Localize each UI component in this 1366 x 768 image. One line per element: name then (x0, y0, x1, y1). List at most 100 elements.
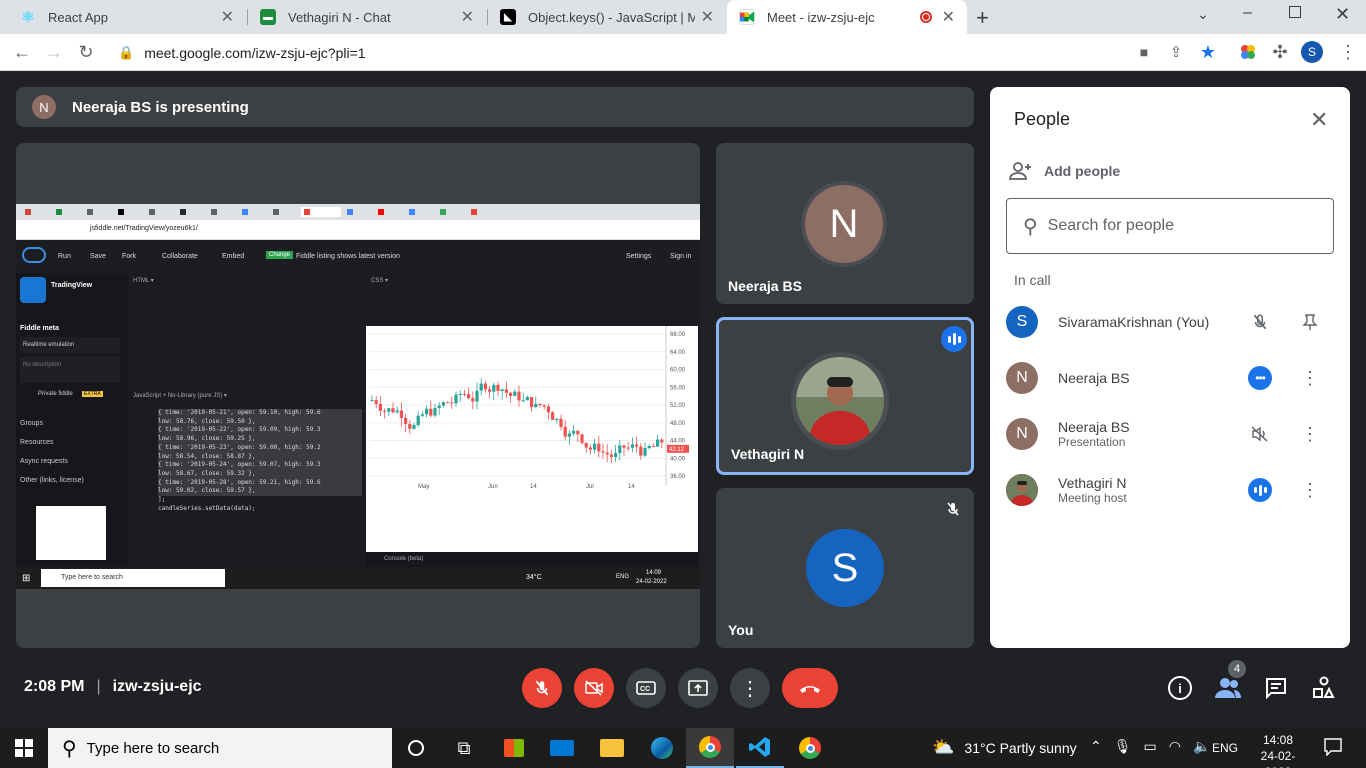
fiddle-save: Save (90, 253, 106, 260)
tradingview-logo-icon (20, 277, 46, 303)
browser-menu-icon[interactable]: ⋮ (1336, 40, 1360, 64)
volume-icon[interactable]: 🔈 (1193, 738, 1210, 755)
participant-row[interactable]: Vethagiri N Meeting host ⋮ (1006, 465, 1336, 515)
candle-body (395, 410, 399, 413)
candle-body (374, 400, 378, 404)
participant-row[interactable]: S SivaramaKrishnan (You) (1006, 297, 1336, 347)
more-options-button[interactable]: ⋮ (730, 668, 770, 708)
code-line: low: 58.54, close: 58.87 }, (158, 452, 362, 462)
extension-color-icon[interactable] (1236, 40, 1260, 64)
close-panel-icon[interactable]: ✕ (1310, 107, 1328, 133)
more-options-icon[interactable]: ⋮ (1296, 420, 1324, 448)
camera-toggle-button[interactable] (574, 668, 614, 708)
tab-search-chevron-icon[interactable]: ⌄ (1197, 6, 1209, 23)
close-tab-icon[interactable]: ✕ (942, 7, 955, 27)
candle-body (387, 408, 391, 412)
new-tab-icon[interactable]: + (976, 5, 989, 31)
tab-title: React App (48, 9, 108, 25)
more-options-icon[interactable]: ⋮ (1296, 364, 1324, 392)
clock[interactable]: 14:08 24-02-2022 (1250, 732, 1306, 768)
candle-body (647, 445, 651, 448)
shared-mini-tab (53, 207, 81, 217)
camera-icon[interactable]: ■ (1132, 40, 1156, 64)
candle-body (605, 452, 609, 455)
network-icon[interactable]: ◠ (1169, 738, 1181, 755)
candle-body (509, 392, 513, 396)
candle-body (576, 430, 580, 435)
speaking-indicator-icon (941, 326, 967, 352)
more-options-icon[interactable]: ⋮ (1296, 476, 1324, 504)
restore-icon[interactable] (1289, 6, 1301, 18)
task-view-icon[interactable]: ⧉ (440, 728, 488, 768)
jsfiddle-logo-icon (22, 247, 46, 263)
taskbar-search-placeholder: Type here to search (86, 739, 220, 757)
participant-row[interactable]: N Neeraja BS Presentation ⋮ (1006, 409, 1336, 459)
add-people-button[interactable]: Add people (1008, 161, 1120, 181)
candle-body (622, 445, 626, 448)
candle-body (651, 445, 655, 447)
html-pane: HTML ▾ JavaScript + No-Library (pure JS)… (128, 273, 366, 567)
reload-icon[interactable]: ↻ (74, 40, 98, 64)
tab-react-app[interactable]: ⚛ React App ✕ (8, 0, 246, 34)
share-icon[interactable]: ⇪ (1164, 40, 1188, 64)
code-line: low: 59.02, close: 59.57 }, (158, 487, 362, 497)
participant-tile-vethagiri[interactable]: Vethagiri N (716, 317, 974, 475)
people-button[interactable]: 4 (1214, 660, 1246, 705)
meeting-details-icon[interactable]: i (1168, 676, 1192, 700)
code-line: { time: '2019-05-23', open: 59.00, high:… (158, 443, 362, 453)
candle-body (525, 397, 529, 401)
store-icon[interactable] (490, 728, 538, 768)
chrome-icon[interactable] (686, 728, 734, 768)
back-icon[interactable]: ← (10, 40, 34, 64)
chrome-alt-icon[interactable] (786, 728, 834, 768)
windows-start-icon[interactable] (0, 728, 48, 768)
language-indicator[interactable]: ENG (1212, 741, 1238, 755)
private-label: Private fiddle (38, 391, 73, 397)
search-people-input[interactable]: ⚲ Search for people (1006, 198, 1334, 254)
activities-button[interactable] (1312, 676, 1336, 705)
minimize-icon[interactable]: – (1243, 4, 1252, 22)
tray-chevron-icon[interactable]: ⌃ (1090, 738, 1102, 755)
candle-body (450, 402, 454, 404)
tab-meet[interactable]: Meet - izw-zsju-ejc ✕ (727, 0, 967, 34)
cortana-icon[interactable] (392, 728, 440, 768)
chat-button[interactable] (1264, 676, 1288, 705)
tab-chat[interactable]: ▬ Vethagiri N - Chat ✕ (248, 0, 486, 34)
file-explorer-icon[interactable] (588, 728, 636, 768)
close-tab-icon[interactable]: ✕ (221, 7, 234, 27)
pin-icon[interactable] (1296, 308, 1324, 336)
candle-body (660, 439, 664, 443)
system-tray: ⌃ 🎙 ▭ ◠ 🔈 (1090, 738, 1210, 755)
battery-icon[interactable]: ▭ (1144, 738, 1157, 755)
end-call-icon (800, 686, 820, 693)
close-tab-icon[interactable]: ✕ (701, 7, 714, 27)
participant-row[interactable]: N Neeraja BS ••• ⋮ (1006, 353, 1336, 403)
close-window-icon[interactable]: ✕ (1335, 4, 1350, 25)
description-field: No description (20, 357, 120, 383)
bookmark-star-icon[interactable]: ★ (1196, 40, 1220, 64)
mail-icon[interactable] (538, 728, 586, 768)
extensions-puzzle-icon[interactable]: ✣ (1268, 40, 1292, 64)
mic-toggle-button[interactable] (522, 668, 562, 708)
taskbar-search-box[interactable]: ⚲ Type here to search (48, 728, 392, 768)
participant-tile-you[interactable]: S You (716, 488, 974, 648)
weather-widget[interactable]: ⛅ 31°C Partly sunny (932, 737, 1077, 758)
leave-call-button[interactable] (782, 668, 838, 708)
shared-mini-tab (406, 207, 434, 217)
candle-body (462, 393, 466, 395)
candle-body (517, 391, 521, 401)
more-dots-icon: ••• (1248, 366, 1272, 390)
tray-mic-icon[interactable]: 🎙 (1114, 738, 1132, 755)
forward-icon[interactable]: → (42, 40, 66, 64)
vscode-icon[interactable] (736, 728, 784, 768)
present-screen-button[interactable] (678, 668, 718, 708)
edge-icon[interactable] (638, 728, 686, 768)
tab-mdn[interactable]: ◣ Object.keys() - JavaScript | MDN ✕ (488, 0, 726, 34)
shared-mini-tab (22, 207, 50, 217)
presentation-tile[interactable]: jsfiddle.net/TradingView/yozeu6k1/ Run S… (16, 143, 700, 648)
captions-button[interactable]: CC (626, 668, 666, 708)
close-tab-icon[interactable]: ✕ (461, 7, 474, 27)
notifications-icon[interactable] (1324, 738, 1342, 761)
participant-tile-neeraja[interactable]: N Neeraja BS (716, 143, 974, 304)
profile-avatar[interactable]: S (1301, 41, 1323, 63)
